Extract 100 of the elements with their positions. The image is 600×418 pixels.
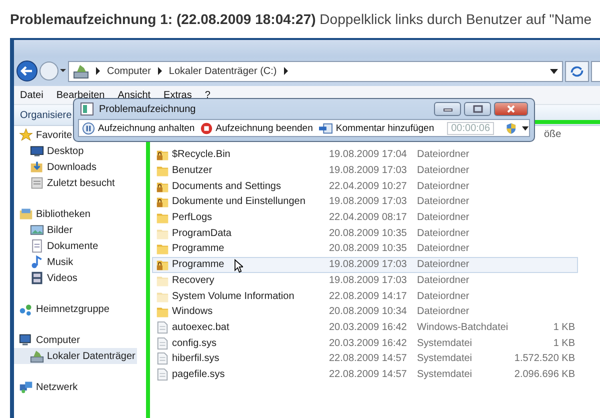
nav-item[interactable]: Musik (14, 254, 76, 270)
file-date: 22.08.2009 14:57 (329, 368, 408, 381)
nav-item[interactable]: Computer (14, 332, 82, 348)
file-row[interactable]: autoexec.bat 20.03.2009 16:42 Windows-Batchdatei 1 KB (152, 320, 578, 336)
nav-item[interactable]: Desktop (14, 143, 86, 159)
nav-item[interactable]: Dokumente (14, 238, 100, 254)
file-row[interactable]: $Recycle.Bin 19.08.2009 17:04 Dateiordner (152, 147, 578, 163)
file-type: Dateiordner (417, 290, 470, 303)
menu-item[interactable]: Datei (20, 90, 44, 100)
file-row[interactable]: Benutzer 19.08.2009 17:03 Dateiordner (152, 162, 578, 178)
file-date: 22.04.2009 08:17 (329, 211, 408, 224)
file-row[interactable]: pagefile.sys 22.08.2009 14:57 Systemdatei 2.096.696 KB (152, 366, 578, 382)
file-row[interactable]: Recovery 19.08.2009 17:03 Dateiordner (152, 272, 578, 288)
step-caption: Problemaufzeichnung 1: (22.08.2009 18:04:27) Doppelklick links durch Benutzer auf "Name (9, 10, 593, 29)
file-name: autoexec.bat (171, 320, 230, 334)
search-field[interactable] (591, 60, 600, 82)
file-type: Dateiordner (417, 242, 470, 256)
address-bar[interactable]: Computer Lokaler Datenträger (C:) (68, 60, 563, 82)
pause-icon (82, 122, 95, 134)
maximize-button[interactable] (464, 102, 491, 116)
nav-item[interactable]: Zuletzt besucht (14, 175, 117, 191)
locked-folder-icon (156, 258, 169, 272)
file-row[interactable]: PerfLogs 22.04.2009 08:17 Dateiordner (152, 210, 578, 226)
file-date: 19.08.2009 17:03 (329, 274, 408, 287)
file-date: 22.08.2009 14:57 (329, 352, 408, 366)
file-type: Dateiordner (417, 274, 470, 287)
cursor-icon (234, 259, 243, 273)
back-forward-icon[interactable] (16, 59, 66, 83)
minimize-icon (442, 106, 452, 112)
comment-icon (318, 122, 333, 134)
maximize-icon (472, 105, 482, 113)
file-name: config.sys (171, 336, 216, 350)
app-icon (80, 102, 94, 116)
menu-item[interactable]: Bearbeiten (56, 90, 105, 100)
file-row[interactable]: Documents and Settings 22.04.2009 10:27 Dateiordner (152, 178, 578, 194)
file-row[interactable]: ProgramData 20.08.2009 10:35 Dateiordner (152, 225, 578, 242)
window-title: Problemaufzeichnung (99, 104, 196, 114)
nav-item[interactable]: Heimnetzgruppe (14, 301, 112, 317)
file-date: 19.08.2009 17:03 (329, 195, 408, 208)
file-size: 2.096.696 KB (513, 368, 575, 381)
file-name: Recovery (171, 274, 214, 287)
file-name: Documents and Settings (171, 180, 281, 193)
file-date: 20.08.2009 10:35 (329, 226, 408, 240)
file-type: Dateiordner (417, 258, 470, 272)
file-icon (156, 368, 169, 381)
column-heading[interactable]: öße (544, 126, 562, 140)
breadcrumb[interactable]: Computer (107, 66, 151, 76)
nav-item[interactable]: Bilder (14, 222, 75, 238)
nav-item[interactable]: Bibliotheken (14, 206, 92, 222)
file-type: Systemdatei (417, 336, 474, 350)
file-icon (156, 336, 169, 350)
file-type: Dateiordner (417, 226, 470, 240)
file-name: Programme (171, 258, 224, 272)
file-icon (156, 320, 169, 334)
file-row[interactable]: System Volume Information 22.08.2009 14:17 Dateiordner (152, 288, 578, 304)
file-type: Systemdatei (417, 352, 474, 366)
menu-item[interactable]: ? (204, 90, 210, 100)
minimize-button[interactable] (434, 102, 461, 116)
file-date: 20.08.2009 10:35 (329, 242, 408, 256)
shield-icon[interactable] (505, 122, 518, 134)
file-type: Dateiordner (417, 180, 470, 193)
chevron-icon[interactable] (156, 67, 163, 75)
organize-menu[interactable]: Organisiere (20, 110, 72, 120)
file-name: Benutzer (171, 164, 212, 178)
star-icon (19, 128, 33, 142)
file-name: Dokumente und Einstellungen (171, 195, 306, 208)
nav-item[interactable]: Videos (14, 270, 80, 286)
refresh-icon[interactable] (565, 60, 589, 82)
nav-item[interactable]: Favorite (14, 127, 74, 143)
locked-folder-icon (156, 195, 169, 208)
file-type: Dateiordner (417, 211, 470, 224)
file-size: 1.572.520 KB (513, 352, 575, 366)
file-type: Dateiordner (417, 305, 470, 318)
file-row[interactable]: config.sys 20.03.2009 16:42 Systemdatei 1 KB (152, 335, 578, 351)
breadcrumb[interactable]: Lokaler Datenträger (C:) (168, 66, 277, 76)
file-name: ProgramData (171, 226, 232, 240)
nav-item[interactable]: Downloads (14, 159, 98, 175)
stop-button[interactable]: Aufzeichnung beenden (200, 122, 313, 134)
file-row[interactable]: Programme 19.08.2009 17:03 Dateiordner (152, 256, 578, 272)
file-date: 19.08.2009 17:03 (329, 258, 408, 272)
nav-item[interactable]: Lokaler Datenträger (14, 348, 138, 364)
file-row[interactable]: Windows 20.08.2009 10:34 Dateiordner (152, 304, 578, 320)
menu-item[interactable]: Ansicht (118, 90, 151, 100)
chevron-icon[interactable] (282, 67, 289, 75)
file-size: 1 KB (552, 320, 575, 334)
dropdown-icon[interactable] (550, 68, 558, 74)
nav-item[interactable]: Netzwerk (14, 379, 80, 395)
file-name: Windows (171, 305, 213, 318)
file-row[interactable]: Dokumente und Einstellungen 19.08.2009 17:03 Dateiordner (152, 194, 578, 210)
close-icon (506, 104, 516, 114)
file-row[interactable]: Programme 20.08.2009 10:35 Dateiordner (152, 241, 578, 257)
file-size: 1 KB (552, 336, 575, 350)
pause-button[interactable]: Aufzeichnung anhalten (82, 122, 195, 134)
file-type: Dateiordner (417, 148, 470, 162)
chevron-icon[interactable] (95, 67, 101, 75)
comment-button[interactable]: Kommentar hinzufügen (318, 122, 434, 134)
file-row[interactable]: hiberfil.sys 22.08.2009 14:57 Systemdatei 1.572.520 KB (152, 350, 578, 367)
close-button[interactable] (494, 102, 528, 116)
menu-item[interactable]: Extras (164, 90, 192, 100)
stop-icon (200, 122, 213, 134)
